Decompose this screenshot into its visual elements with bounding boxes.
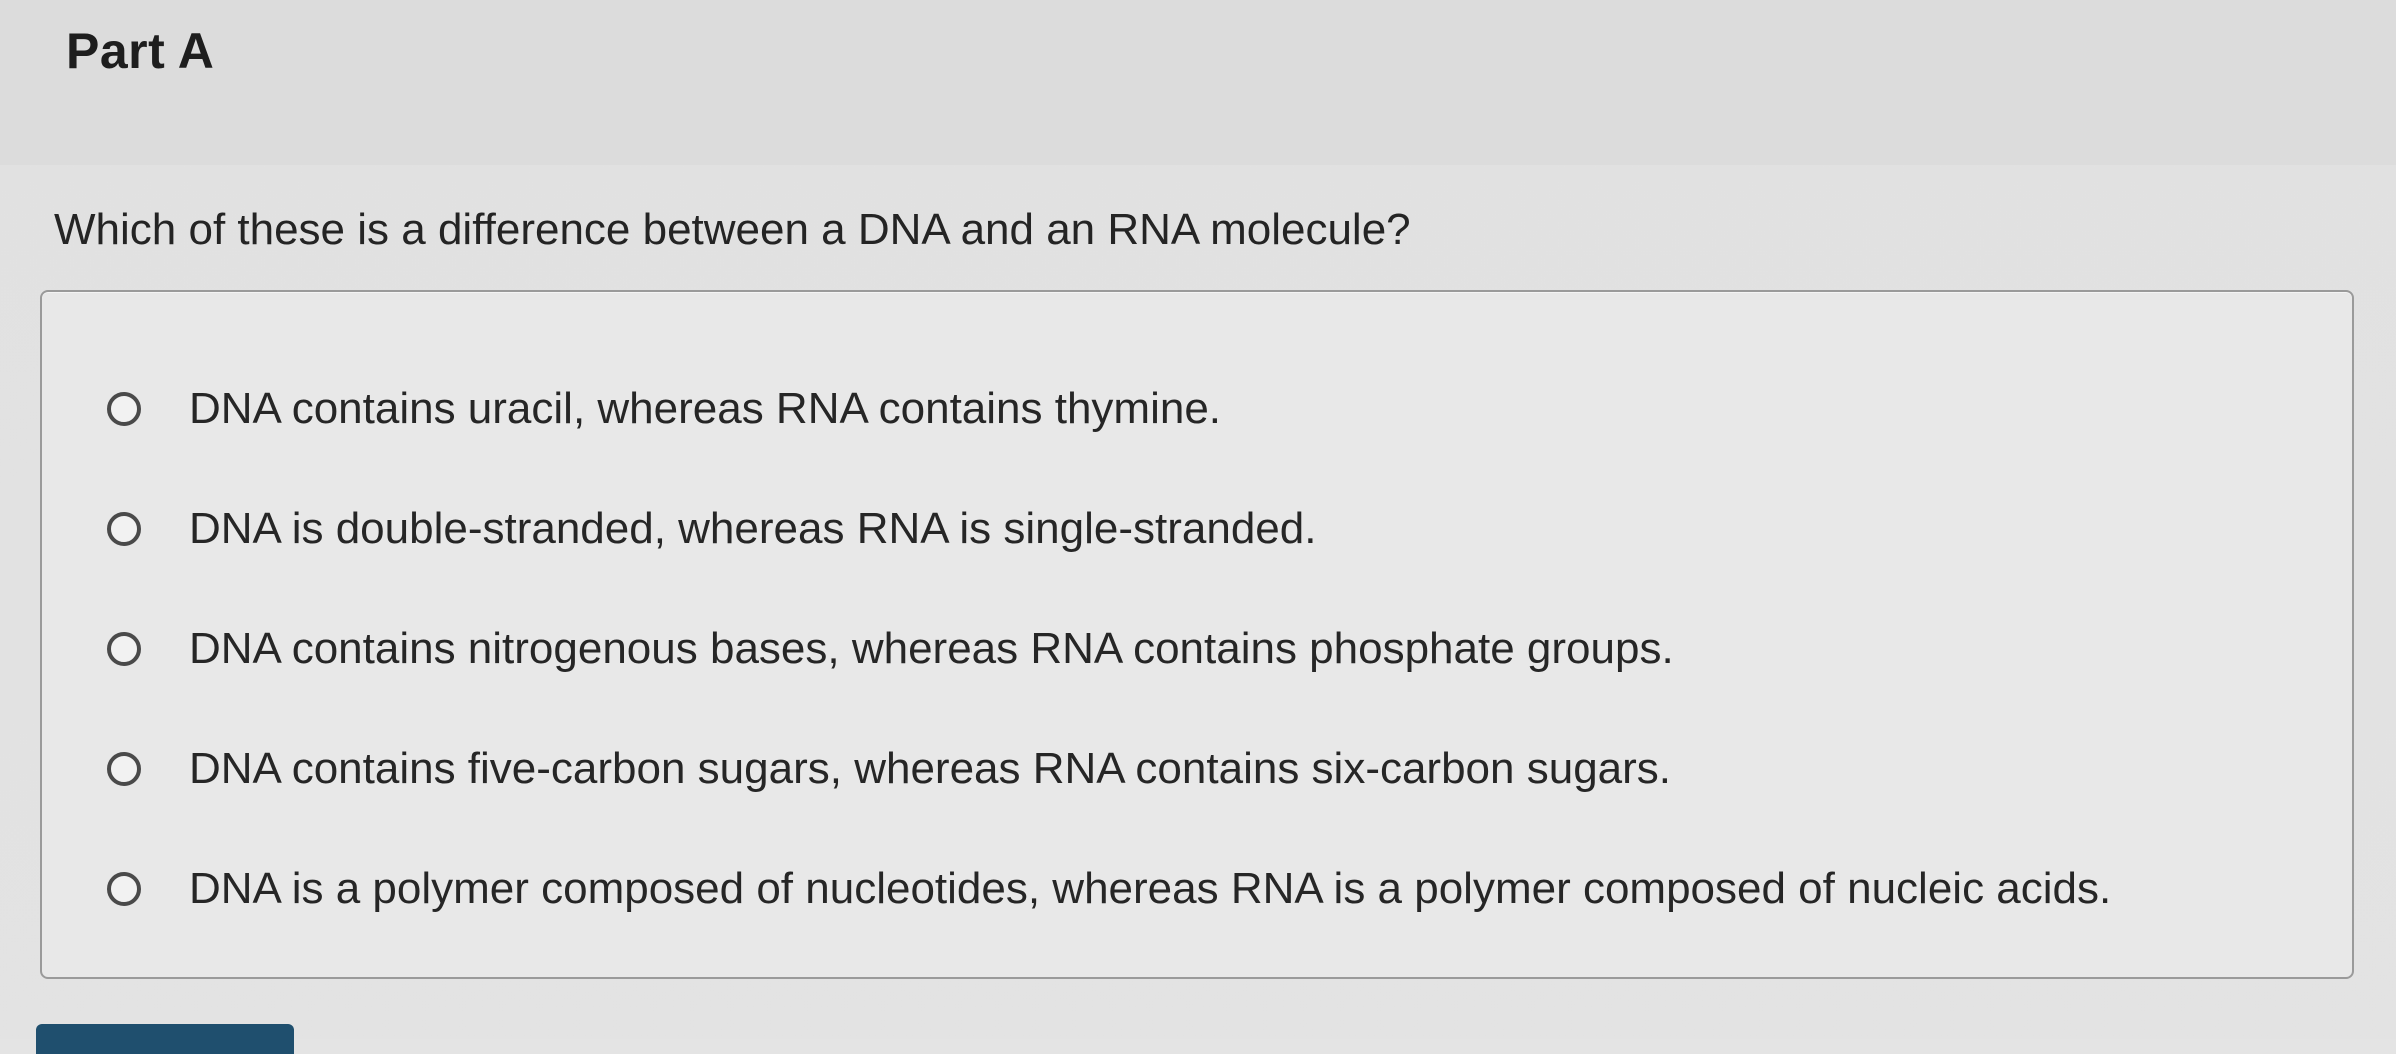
answer-choice-2[interactable]: DNA is double-stranded, whereas RNA is s… bbox=[107, 504, 1316, 554]
answer-choice-3[interactable]: DNA contains nitrogenous bases, whereas … bbox=[107, 624, 1674, 674]
choice-label: DNA contains uracil, whereas RNA contain… bbox=[189, 384, 1222, 433]
answer-choice-5[interactable]: DNA is a polymer composed of nucleotides… bbox=[107, 864, 2111, 914]
answer-choice-1[interactable]: DNA contains uracil, whereas RNA contain… bbox=[107, 384, 1221, 434]
submit-button[interactable] bbox=[36, 1024, 294, 1054]
radio-button[interactable] bbox=[107, 632, 141, 666]
choice-label: DNA is double-stranded, whereas RNA is s… bbox=[189, 504, 1317, 553]
choice-label: DNA contains nitrogenous bases, whereas … bbox=[189, 624, 1674, 673]
answer-choice-4[interactable]: DNA contains five-carbon sugars, whereas… bbox=[107, 744, 1671, 794]
radio-button[interactable] bbox=[107, 392, 141, 426]
choice-label: DNA contains five-carbon sugars, whereas… bbox=[189, 744, 1672, 793]
radio-button[interactable] bbox=[107, 512, 141, 546]
answer-choices-box: DNA contains uracil, whereas RNA contain… bbox=[40, 290, 2354, 979]
part-header: Part A bbox=[0, 0, 2396, 165]
radio-button[interactable] bbox=[107, 872, 141, 906]
radio-button[interactable] bbox=[107, 752, 141, 786]
choice-label: DNA is a polymer composed of nucleotides… bbox=[189, 864, 2112, 913]
part-title: Part A bbox=[66, 23, 215, 79]
question-text: Which of these is a difference between a… bbox=[54, 205, 1411, 254]
